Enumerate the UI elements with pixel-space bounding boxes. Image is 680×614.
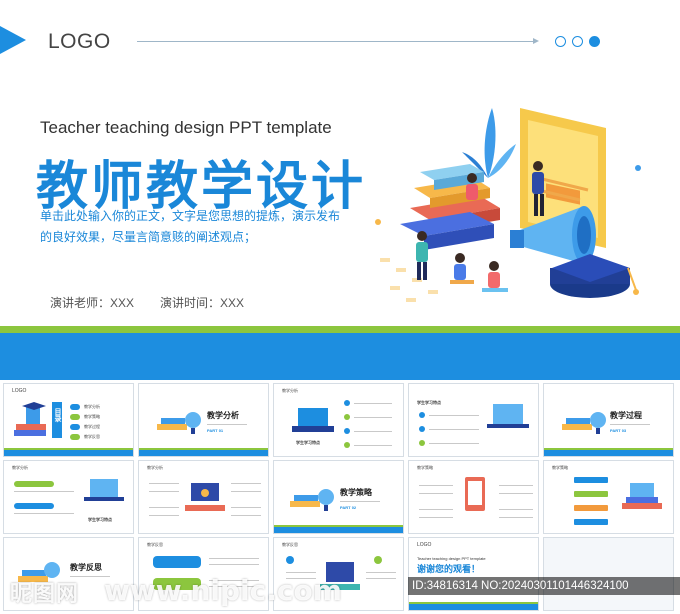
watermark-site-name: 昵图网 [10, 581, 80, 606]
section-title: 教学策略 [340, 488, 372, 497]
thumbnail-slide-2[interactable]: 教学分析 PART 01 [138, 383, 269, 457]
thumbnail-slide-3[interactable]: 教学分析 学生学习特点 [273, 383, 404, 457]
speaker-label: 演讲老师：XXX [50, 296, 135, 310]
slide-header: 教学反思 [282, 542, 298, 547]
watermark-url: www.nipic.com [104, 574, 342, 607]
thumbnail-slide-7[interactable]: 教学分析 [138, 460, 269, 534]
slide-header: 教学分析 [282, 388, 298, 393]
laptop-icon [84, 479, 124, 501]
logo-text: LOGO [48, 30, 111, 53]
globe-books-icon [290, 489, 334, 511]
dot-icon [572, 36, 583, 47]
section-title: 教学分析 [207, 411, 239, 420]
toc-title: 目录 [54, 408, 61, 422]
book-icon [14, 402, 46, 436]
toc-item: 教学分析 [84, 404, 100, 409]
thumbnail-slide-4[interactable]: 学生学习特点 [408, 383, 539, 457]
student-figure [482, 261, 508, 292]
floor-tiles [380, 258, 438, 302]
caption: 学生学习特点 [296, 440, 320, 445]
graduation-cap-icon [550, 254, 639, 298]
footer-green-band [0, 326, 680, 333]
header-line [137, 41, 537, 42]
student-figure [416, 231, 428, 280]
thumbnail-slide-6[interactable]: 教学分析 学生学习特点 [3, 460, 134, 534]
thumbnail-slide-9[interactable]: 教学策略 [408, 460, 539, 534]
caption: 学生学习特点 [88, 517, 112, 522]
thumb-subtitle: Teacher teaching design PPT template [417, 556, 486, 561]
toc-item: 教学策略 [84, 414, 100, 419]
arrow-right-icon [533, 38, 539, 44]
globe-books-icon [157, 412, 201, 434]
classroom-icon [292, 408, 334, 432]
thumbnail-slide-1[interactable]: LOGO 目录 教学分析 教学策略 教学过程 教学反思 [3, 383, 134, 457]
section-title: 教学反思 [70, 563, 102, 572]
section-part: PART 02 [340, 505, 357, 510]
thumbnail-slide-8[interactable]: 教学策略 PART 02 [273, 460, 404, 534]
corner-triangle-icon [0, 26, 26, 54]
globe-books-icon [562, 412, 606, 434]
student-figure [450, 253, 474, 284]
time-label: 演讲时间：XXX [160, 296, 245, 310]
section-part: PART 01 [207, 428, 224, 433]
section-part: PART 03 [610, 428, 627, 433]
books-laptop-icon [622, 483, 662, 509]
book-stack [400, 164, 500, 250]
thumbnail-slide-5[interactable]: 教学过程 PART 03 [543, 383, 674, 457]
dot-active-icon [589, 36, 600, 47]
slide-header: 学生学习特点 [417, 400, 441, 405]
slide-header: 教学反思 [147, 542, 163, 547]
thumbnail-slide-14[interactable]: LOGO Teacher teaching design PPT templat… [408, 537, 539, 611]
intro-text: 单击此处输入你的正文，文字是您思想的提炼，演示发布的良好效果，尽量言简意赅的阐述… [40, 209, 341, 244]
footer-blue-band [0, 333, 680, 380]
slide-header: 教学策略 [552, 465, 568, 470]
thumbnail-empty [543, 537, 674, 611]
classroom-illustration [375, 108, 641, 302]
slide-header: 教学分析 [147, 465, 163, 470]
slide-header: 教学策略 [417, 465, 433, 470]
thumb-logo: LOGO [417, 542, 432, 548]
laptop-icon [487, 404, 529, 428]
plant-leaf [484, 108, 496, 178]
page-dots [555, 36, 600, 47]
thumb-title: 谢谢您的观看！ [417, 564, 481, 574]
watermark-id: ID:34816314 NO:20240301101446324100 [408, 577, 680, 595]
phone-icon [465, 477, 485, 511]
dot-icon [555, 36, 566, 47]
toc-item: 教学反思 [84, 434, 100, 439]
main-slide: LOGO Teacher teaching design PPT templat… [0, 0, 680, 380]
student-figure [466, 173, 478, 200]
section-title: 教学过程 [610, 411, 642, 420]
toc-item: 教学过程 [84, 424, 100, 429]
thumb-logo: LOGO [12, 388, 27, 394]
teacher-desk-icon [185, 483, 225, 511]
thumbnail-slide-10[interactable]: 教学策略 [543, 460, 674, 534]
slide-subtitle: Teacher teaching design PPT template [40, 118, 332, 137]
slide-header: 教学分析 [12, 465, 28, 470]
